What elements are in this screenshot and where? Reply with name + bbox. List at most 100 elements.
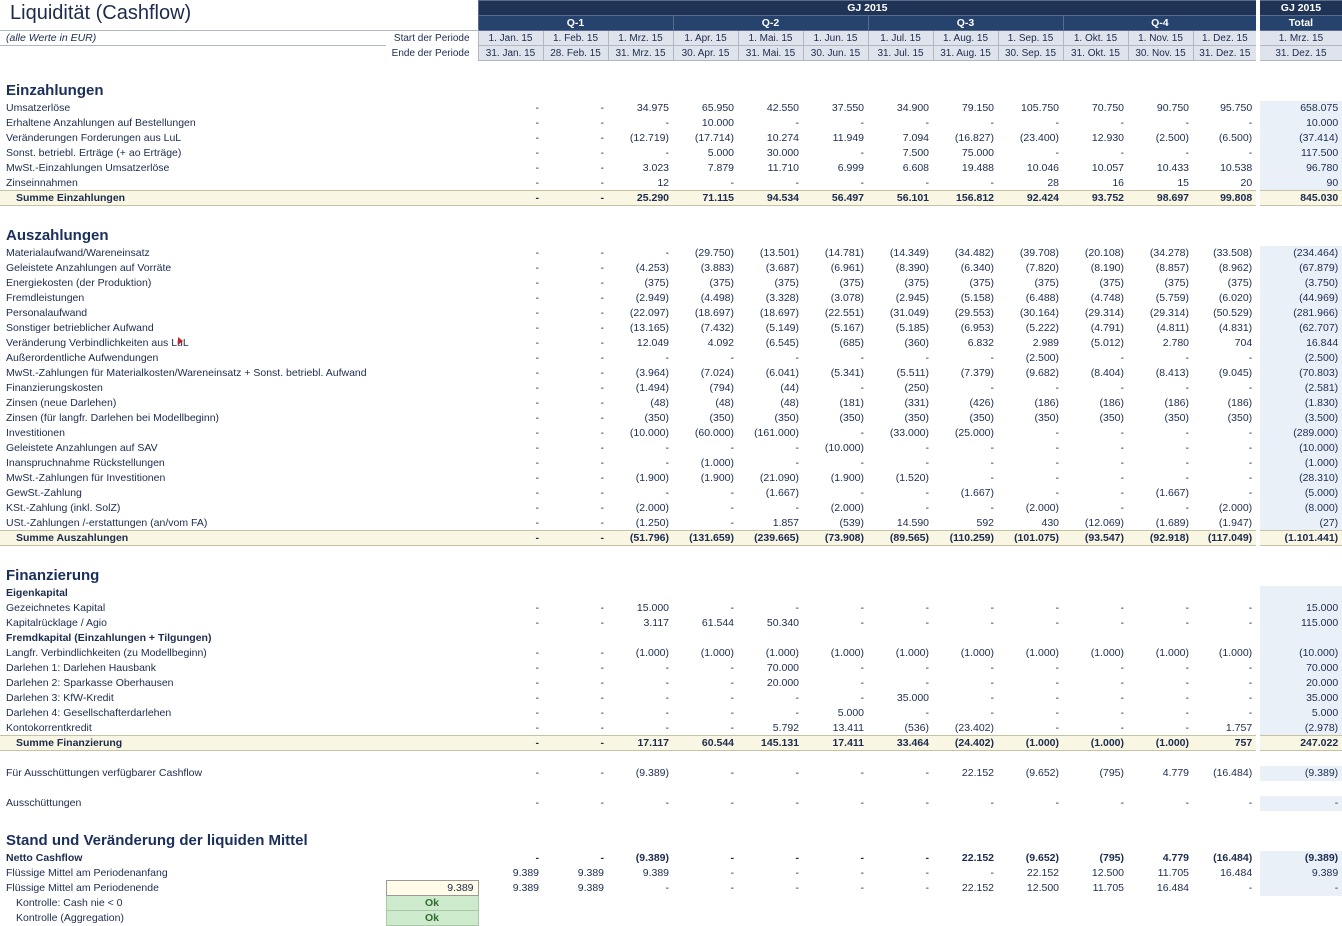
cell: - (1063, 796, 1128, 811)
cell: (1.000) (1193, 646, 1258, 661)
cell: 12 (608, 176, 673, 191)
cell-total: (2.500) (1258, 351, 1342, 366)
cell: (3.687) (738, 261, 803, 276)
cell: - (868, 501, 933, 516)
cell-total: (3.750) (1258, 276, 1342, 291)
cell: (2.000) (998, 501, 1063, 516)
cell: 15 (1128, 176, 1193, 191)
cell: - (868, 851, 933, 866)
cell: - (803, 851, 868, 866)
cell: 1.757 (1193, 721, 1258, 736)
cell-total: (9.389) (1258, 766, 1342, 781)
cell: (6.020) (1193, 291, 1258, 306)
cell: - (803, 486, 868, 501)
cell: (22.551) (803, 306, 868, 321)
cell: (186) (998, 396, 1063, 411)
cell: - (868, 601, 933, 616)
cell: 70.750 (1063, 101, 1128, 116)
cell: - (478, 131, 543, 146)
cell: (1.000) (868, 646, 933, 661)
cell-total: 9.389 (1258, 866, 1342, 881)
cell-total: 70.000 (1258, 661, 1342, 676)
cell: - (738, 501, 803, 516)
cell: - (803, 796, 868, 811)
cell: - (478, 486, 543, 501)
input-opening-cash[interactable]: 9.389 (386, 881, 478, 896)
cell: - (478, 516, 543, 531)
row-kapruck: Kapitalrücklage / Agio--3.11761.54450.34… (0, 616, 1342, 631)
cell: - (1128, 691, 1193, 706)
page-title: Liquidität (Cashflow) (4, 2, 191, 24)
cell: (13.165) (608, 321, 673, 336)
row-fremdl: Fremdleistungen--(2.949)(4.498)(3.328)(3… (0, 291, 1342, 306)
cell: (7.820) (998, 261, 1063, 276)
cell: - (1128, 616, 1193, 631)
row-label: Fremdleistungen (0, 291, 478, 306)
cell: - (738, 766, 803, 781)
cell: (93.547) (1063, 531, 1128, 546)
cell: - (478, 276, 543, 291)
cell-total: (2.978) (1258, 721, 1342, 736)
cell: 105.750 (998, 101, 1063, 116)
cell: - (1193, 351, 1258, 366)
cell: (3.328) (738, 291, 803, 306)
cell: - (1063, 351, 1128, 366)
cell: (1.000) (803, 646, 868, 661)
cell: - (933, 456, 998, 471)
cell: (12.719) (608, 131, 673, 146)
cell: - (478, 601, 543, 616)
cell: 17.411 (803, 736, 868, 751)
cell: (33.508) (1193, 246, 1258, 261)
row-sum_ausz: Summe Auszahlungen--(51.796)(131.659)(23… (0, 531, 1342, 546)
cell: - (543, 161, 608, 176)
cell: - (478, 336, 543, 351)
cell: (4.748) (1063, 291, 1128, 306)
cell: - (998, 486, 1063, 501)
cell: (186) (1063, 396, 1128, 411)
cell: (1.900) (608, 471, 673, 486)
cell: 93.752 (1063, 191, 1128, 206)
row-label: GewSt.-Zahlung (0, 486, 478, 501)
cell: - (1128, 381, 1193, 396)
row-k-cash: Kontrolle: Cash nie < 0Ok (0, 896, 1342, 911)
cell: - (738, 706, 803, 721)
cell: - (478, 246, 543, 261)
cell: (350) (673, 411, 738, 426)
cell: 7.094 (868, 131, 933, 146)
row-eigenk: Eigenkapital (0, 586, 1342, 601)
cell: (350) (868, 411, 933, 426)
cell: 5.000 (673, 146, 738, 161)
cell: (350) (1063, 411, 1128, 426)
cell: - (1128, 146, 1193, 161)
cell: - (1063, 146, 1128, 161)
cell: (117.049) (1193, 531, 1258, 546)
cell-total: (281.966) (1258, 306, 1342, 321)
row-material: Materialaufwand/Wareneinsatz---(29.750)(… (0, 246, 1342, 261)
cell: - (868, 796, 933, 811)
cell: - (478, 706, 543, 721)
cell: (8.857) (1128, 261, 1193, 276)
cell: (1.000) (1128, 646, 1193, 661)
cell: - (803, 661, 868, 676)
row-darl4: Darlehen 4: Gesellschafterdarlehen-----5… (0, 706, 1342, 721)
cell: (18.697) (673, 306, 738, 321)
cell: 14.590 (868, 516, 933, 531)
cell: (6.500) (1193, 131, 1258, 146)
cell: - (543, 116, 608, 131)
row-verfcf: Für Ausschüttungen verfügbarer Cashflow-… (0, 766, 1342, 781)
row-gezkap: Gezeichnetes Kapital--15.000---------15.… (0, 601, 1342, 616)
cell: 28 (998, 176, 1063, 191)
cell: - (543, 191, 608, 206)
section-stand: Stand und Veränderung der liquiden Mitte… (0, 826, 1342, 851)
cell: (5.158) (933, 291, 998, 306)
cell: - (738, 441, 803, 456)
cell: (375) (673, 276, 738, 291)
row-mwstzahl: MwSt.-Zahlungen für Materialkosten/Waren… (0, 366, 1342, 381)
cell: - (803, 116, 868, 131)
cell: (1.000) (1063, 646, 1128, 661)
cell: - (1193, 441, 1258, 456)
cell-total: 20.000 (1258, 676, 1342, 691)
cell: - (543, 131, 608, 146)
cell: 12.500 (1063, 866, 1128, 881)
cell: (8.190) (1063, 261, 1128, 276)
